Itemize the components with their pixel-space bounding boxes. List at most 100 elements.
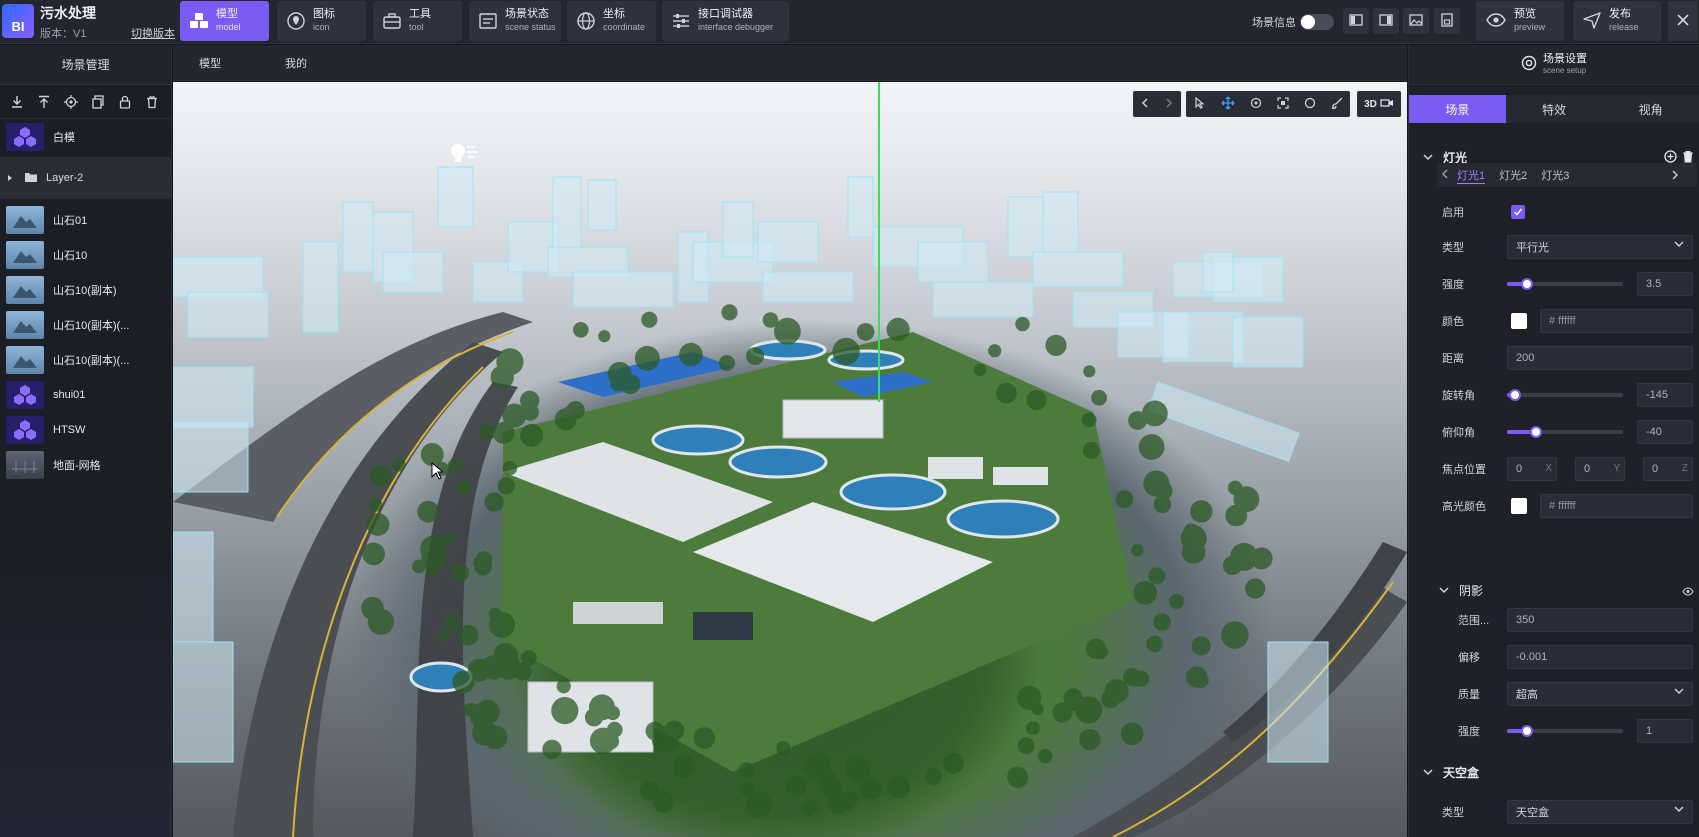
tree-item[interactable]: 山石10 (0, 237, 171, 272)
import-down-icon[interactable] (8, 93, 26, 111)
move-icon[interactable] (1221, 96, 1235, 113)
scene-settings-tabs: 场景 特效 视角 (1409, 95, 1699, 123)
tree-item[interactable]: 山石10(副本) (0, 272, 171, 307)
layer-group-row[interactable]: Layer-2 (0, 157, 171, 199)
eye-icon[interactable] (1682, 585, 1694, 599)
chevron-right-icon[interactable] (1671, 170, 1679, 183)
distance-input[interactable]: 200 (1507, 346, 1693, 370)
tab-view-angle[interactable]: 视角 (1602, 95, 1699, 123)
chevron-down-icon (1674, 239, 1684, 252)
chevron-down-icon (1439, 584, 1449, 598)
toolbar-coordinate-button[interactable]: 坐标 coordinate (567, 1, 656, 41)
switch-version-link[interactable]: 切换版本 (131, 25, 175, 41)
right-panel-toggle-button[interactable] (1373, 8, 1399, 34)
save-icon (1440, 12, 1454, 30)
intensity-slider[interactable] (1507, 278, 1623, 290)
pitch-input[interactable]: -40 (1637, 420, 1693, 444)
focus-z-input[interactable]: 0Z (1643, 457, 1693, 481)
toolbar-tool-sub: tool (409, 22, 424, 32)
tab-mine[interactable]: 我的 (285, 55, 307, 71)
tab-model[interactable]: 模型 (199, 55, 221, 71)
preview-sub: preview (1514, 22, 1546, 32)
project-title: 污水处理 (40, 5, 96, 21)
color-hex-input[interactable]: # ffffff (1540, 309, 1693, 333)
shadow-intensity-slider[interactable] (1507, 725, 1623, 737)
highlight-color-swatch[interactable] (1511, 498, 1527, 514)
toolbar-model-button[interactable]: 模型 model (180, 1, 269, 41)
chevron-left-icon[interactable] (1140, 97, 1150, 111)
tree-item[interactable]: 山石10(副本)(... (0, 342, 171, 377)
shadow-range-input[interactable]: 350 (1507, 608, 1693, 632)
tree-item-label: 白模 (53, 131, 75, 144)
toolbar-tool-button[interactable]: 工具 tool (373, 1, 462, 41)
view-mode-3d-toggle[interactable]: 3D (1357, 91, 1401, 117)
brush-icon[interactable] (1331, 97, 1343, 112)
light-tab-2[interactable]: 灯光2 (1499, 167, 1527, 183)
rotation-slider[interactable] (1507, 389, 1623, 401)
toolbar-icon-button[interactable]: 图标 icon (277, 1, 366, 41)
left-panel-toggle-button[interactable] (1343, 8, 1369, 34)
tree-item-label: 山石10(副本) (53, 284, 117, 297)
enable-checkbox[interactable] (1511, 205, 1525, 219)
rotate-icon[interactable] (1250, 97, 1262, 112)
save-button[interactable] (1434, 8, 1460, 34)
rotation-input[interactable]: -145 (1637, 383, 1693, 407)
highlight-hex-input[interactable]: # ffffff (1540, 494, 1693, 518)
intensity-input[interactable]: 3.5 (1637, 272, 1693, 296)
release-button[interactable]: 发布 release (1573, 1, 1661, 41)
app-window: BI 污水处理 版本：V1 切换版本 模型 model 图标 icon 工具 tool… (0, 0, 1699, 837)
chevron-left-icon[interactable] (1441, 169, 1449, 182)
focus-y-input[interactable]: 0Y (1575, 457, 1625, 481)
eye-icon (1486, 12, 1506, 31)
skybox-section-header[interactable]: 天空盒 (1423, 764, 1479, 781)
scene-manager-toolbar (0, 85, 171, 119)
tree-item[interactable]: 山石10(副本)(... (0, 307, 171, 342)
image-icon (1409, 13, 1423, 30)
toolbar-interface-debugger-button[interactable]: 接口调试器 interface debugger (662, 1, 789, 41)
focus-x-input[interactable]: 0X (1507, 457, 1557, 481)
copy-icon[interactable] (89, 93, 107, 111)
shadow-intensity-input[interactable]: 1 (1637, 719, 1693, 743)
tree-item[interactable]: shui01 (0, 377, 171, 412)
circle-icon[interactable] (1304, 97, 1316, 112)
light-tab-1[interactable]: 灯光1 (1457, 167, 1486, 184)
toolbar-model-label: 模型 (216, 8, 238, 20)
shadow-range-row: 范围... 350 (1409, 608, 1699, 632)
tab-scene[interactable]: 场景 (1409, 95, 1506, 123)
scale-icon[interactable] (1276, 96, 1289, 112)
tree-item[interactable]: HTSW (0, 412, 171, 447)
move-to-top-icon[interactable] (35, 93, 53, 111)
scene-info-toggle[interactable] (1300, 14, 1334, 30)
view-history-nav (1133, 91, 1181, 117)
3d-viewport[interactable]: 3D (173, 82, 1407, 837)
tree-item-baimo[interactable]: 白模 (0, 119, 171, 154)
tree-item[interactable]: 山石01 (0, 202, 171, 237)
light-type-value: 平行光 (1516, 242, 1549, 254)
close-button[interactable] (1668, 1, 1698, 41)
highlight-color-row: 高光颜色 # ffffff (1409, 494, 1699, 518)
light-bulb-icon[interactable] (449, 142, 479, 171)
locate-icon[interactable] (62, 93, 80, 111)
chevron-right-icon[interactable] (1164, 97, 1174, 111)
preview-button[interactable]: 预览 preview (1476, 1, 1564, 41)
close-icon (1676, 13, 1690, 30)
shadow-offset-input[interactable]: -0.001 (1507, 645, 1693, 669)
light-tab-3[interactable]: 灯光3 (1541, 167, 1569, 183)
lock-icon[interactable] (116, 93, 134, 111)
light-type-select[interactable]: 平行光 (1507, 235, 1693, 259)
pitch-slider[interactable] (1507, 426, 1623, 438)
color-swatch[interactable] (1511, 313, 1527, 329)
location-pin-icon (285, 10, 307, 32)
image-button[interactable] (1403, 8, 1429, 34)
select-arrow-icon[interactable] (1194, 96, 1206, 112)
trash-icon[interactable] (143, 93, 161, 111)
skybox-type-select[interactable]: 天空盒 (1507, 800, 1693, 824)
scene-settings-header: 场景设置 scene setup (1409, 45, 1699, 85)
shadow-section-header[interactable]: 阴影 (1439, 582, 1483, 599)
shadow-quality-select[interactable]: 超高 (1507, 682, 1693, 706)
shadow-quality-label: 质量 (1458, 689, 1480, 701)
tab-effects[interactable]: 特效 (1505, 95, 1603, 123)
tree-item[interactable]: 地面-网格 (0, 447, 171, 482)
preview-label: 预览 (1514, 8, 1536, 20)
toolbar-scene-status-button[interactable]: 场景状态 scene status (469, 1, 561, 41)
